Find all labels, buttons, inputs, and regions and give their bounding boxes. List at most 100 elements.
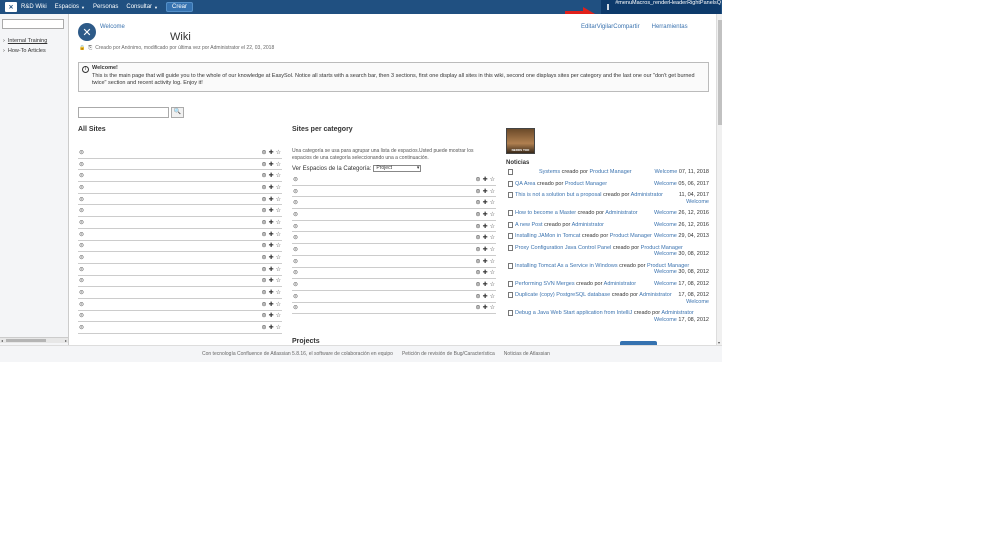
site-row[interactable]: ⊜ ⊜ ✚ ☆ [292,209,496,221]
star-icon[interactable]: ☆ [490,281,495,288]
plus-icon[interactable]: ✚ [483,176,488,183]
star-icon[interactable]: ☆ [276,301,281,308]
globe-icon[interactable]: ⊜ [79,254,84,261]
sidebar-scrollbar[interactable]: ◂ ▸ [0,337,68,343]
site-row[interactable]: ⊜ ⊜ ✚ ☆ [78,322,282,334]
star-icon[interactable]: ☆ [276,207,281,214]
search-input[interactable] [78,107,169,118]
tree-item[interactable]: › Internal Training [3,38,47,44]
news-item-title[interactable]: Debug a Java Web Start application from … [515,310,632,316]
globe-icon[interactable]: ⊜ [293,281,298,288]
news-item-space[interactable]: Welcome [654,251,677,257]
globe-icon[interactable]: ⊜ [262,231,267,238]
site-row[interactable]: ⊜ ⊜ ✚ ☆ [78,299,282,311]
news-item-title[interactable]: Installing Tomcat As a Service in Window… [515,263,618,269]
scroll-thumb[interactable] [718,20,722,125]
globe-icon[interactable]: ⊜ [79,277,84,284]
plus-icon[interactable]: ✚ [269,149,274,156]
star-icon[interactable]: ☆ [276,231,281,238]
globe-icon[interactable]: ⊜ [476,304,481,311]
plus-icon[interactable]: ✚ [483,234,488,241]
site-row[interactable]: ⊜ ⊜ ✚ ☆ [292,268,496,280]
news-item-author[interactable]: Product Manager [610,233,652,239]
nav-consultar[interactable]: Consultar ▼ [126,4,158,10]
star-icon[interactable]: ☆ [276,149,281,156]
site-row[interactable]: ⊜ ⊜ ✚ ☆ [292,244,496,256]
globe-icon[interactable]: ⊜ [476,199,481,206]
plus-icon[interactable]: ✚ [269,301,274,308]
globe-icon[interactable]: ⊜ [79,219,84,226]
site-row[interactable]: ⊜ ⊜ ✚ ☆ [292,197,496,210]
plus-icon[interactable]: ✚ [483,246,488,253]
plus-icon[interactable]: ✚ [483,281,488,288]
site-row[interactable]: ⊜ ⊜ ✚ ☆ [292,174,496,186]
star-icon[interactable]: ☆ [490,176,495,183]
globe-icon[interactable]: ⊜ [476,293,481,300]
globe-icon[interactable]: ⊜ [79,149,84,156]
site-row[interactable]: ⊜ ⊜ ✚ ☆ [78,217,282,229]
globe-icon[interactable]: ⊜ [79,231,84,238]
news-item-title[interactable]: Systems [539,169,560,175]
site-row[interactable]: ⊜ ⊜ ✚ ☆ [78,287,282,299]
plus-icon[interactable]: ✚ [269,242,274,249]
news-item-title[interactable]: Proxy Configuration Java Control Panel [515,245,611,251]
plus-icon[interactable]: ✚ [269,172,274,179]
plus-icon[interactable]: ✚ [269,312,274,319]
globe-icon[interactable]: ⊜ [79,324,84,331]
edit-button[interactable]: Editar [581,24,597,30]
site-row[interactable]: ⊜ ⊜ ✚ ☆ [78,311,282,323]
site-row[interactable]: ⊜ ⊜ ✚ ☆ [78,264,282,276]
tree-item-label[interactable]: Internal Training [8,38,47,44]
globe-icon[interactable]: ⊜ [79,266,84,273]
search-icon[interactable]: 🔍 [171,107,184,118]
scroll-thumb[interactable] [6,339,46,342]
plus-icon[interactable]: ✚ [269,266,274,273]
news-item-space[interactable]: Welcome [686,199,709,205]
share-button[interactable]: Compartir [613,24,639,30]
globe-icon[interactable]: ⊜ [262,324,267,331]
globe-icon[interactable]: ⊜ [262,161,267,168]
site-row[interactable]: ⊜ ⊜ ✚ ☆ [78,276,282,288]
globe-icon[interactable]: ⊜ [476,234,481,241]
news-item-author[interactable]: Product Manager [589,169,631,175]
star-icon[interactable]: ☆ [490,269,495,276]
news-item-title[interactable]: Performing SVN Merges [515,281,575,287]
space-logo-icon[interactable]: ✕ [78,23,96,41]
news-item-title[interactable]: A new Post [515,222,543,228]
plus-icon[interactable]: ✚ [483,258,488,265]
globe-icon[interactable]: ⊜ [476,223,481,230]
plus-icon[interactable]: ✚ [269,289,274,296]
globe-icon[interactable]: ⊜ [293,199,298,206]
globe-icon[interactable]: ⊜ [79,312,84,319]
plus-icon[interactable]: ✚ [269,277,274,284]
scroll-left-icon[interactable]: ◂ [1,338,3,343]
site-row[interactable]: ⊜ ⊜ ✚ ☆ [292,232,496,245]
plus-icon[interactable]: ✚ [483,199,488,206]
sidebar-search-input[interactable] [2,19,64,29]
news-item-space[interactable]: Welcome [654,233,677,239]
globe-icon[interactable]: ⊜ [476,188,481,195]
globe-icon[interactable]: ⊜ [79,301,84,308]
news-item-space[interactable]: Welcome [654,210,677,216]
footer-report[interactable]: Petición de revisión de Bug/Característi… [402,351,495,357]
star-icon[interactable]: ☆ [490,223,495,230]
globe-icon[interactable]: ⊜ [262,242,267,249]
globe-icon[interactable]: ⊜ [79,161,84,168]
footer-powered[interactable]: Con tecnología Confluence de Atlassian 5… [202,351,393,357]
nav-personas[interactable]: Personas [93,4,118,10]
globe-icon[interactable]: ⊜ [79,172,84,179]
globe-icon[interactable]: ⊜ [476,258,481,265]
site-row[interactable]: ⊜ ⊜ ✚ ☆ [78,252,282,264]
avatar[interactable]: NERDS TOO [506,128,535,154]
plus-icon[interactable]: ✚ [483,211,488,218]
news-item-author[interactable]: Administrator [639,292,671,298]
star-icon[interactable]: ☆ [490,211,495,218]
news-item-space[interactable]: Welcome [654,269,677,275]
panel-icon[interactable] [607,4,610,10]
attachment-icon[interactable]: ⎘ [88,45,92,51]
plus-icon[interactable]: ✚ [483,293,488,300]
globe-icon[interactable]: ⊜ [79,184,84,191]
plus-icon[interactable]: ✚ [483,223,488,230]
plus-icon[interactable]: ✚ [483,304,488,311]
news-item-space[interactable]: Welcome [654,222,677,228]
